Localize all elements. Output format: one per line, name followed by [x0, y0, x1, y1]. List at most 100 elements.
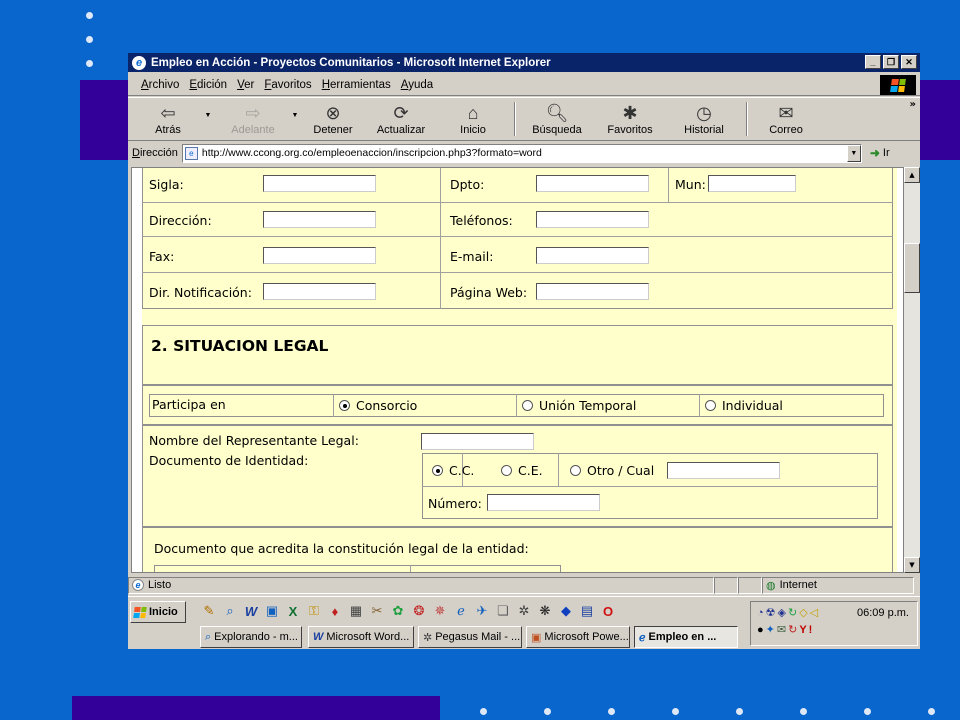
- ie-icon: ℯ: [639, 631, 646, 644]
- window-title: Empleo en Acción - Proyectos Comunitario…: [151, 56, 551, 69]
- zone-text: Internet: [779, 579, 817, 591]
- direccion-input[interactable]: [263, 211, 376, 228]
- task-explorando[interactable]: ⌕ Explorando - m...: [200, 626, 302, 648]
- key-icon[interactable]: ⚿: [305, 602, 323, 620]
- radio-empty-icon: [522, 400, 533, 411]
- fax-input[interactable]: [263, 247, 376, 264]
- quick-launch-icon[interactable]: ❂: [410, 602, 428, 620]
- numero-label: Número:: [428, 496, 482, 511]
- quick-launch-icon[interactable]: ❋: [536, 602, 554, 620]
- pagina-web-input[interactable]: [536, 283, 649, 300]
- radio-union-temporal[interactable]: Unión Temporal: [522, 398, 636, 413]
- ie-icon[interactable]: ℯ: [452, 602, 470, 620]
- menu-edicion[interactable]: Edición: [184, 79, 232, 91]
- start-button[interactable]: Inicio: [130, 601, 186, 623]
- zone-panel: ◍ Internet: [762, 576, 914, 594]
- back-dropdown[interactable]: ▼: [198, 98, 218, 140]
- quick-launch-icon[interactable]: ✲: [515, 602, 533, 620]
- go-button[interactable]: ➜ Ir: [870, 146, 890, 160]
- scroll-up-icon[interactable]: ▲: [904, 167, 920, 183]
- radio-otro[interactable]: Otro / Cual: [570, 463, 654, 478]
- sigla-input[interactable]: [263, 175, 376, 192]
- search-button[interactable]: 🔍︎ Búsqueda: [522, 98, 592, 140]
- maximize-button[interactable]: ❐: [883, 55, 899, 69]
- back-button[interactable]: ⇦ Atrás: [138, 98, 198, 140]
- radio-empty-icon: [705, 400, 716, 411]
- email-label: E-mail:: [450, 249, 494, 264]
- address-bar: Dirección e http://www.ccong.org.co/empl…: [128, 142, 920, 164]
- radio-cc[interactable]: C.C.: [432, 463, 474, 478]
- refresh-button[interactable]: ⟳ Actualizar: [364, 98, 438, 140]
- mail-button[interactable]: ✉ Correo: [754, 98, 818, 140]
- email-input[interactable]: [536, 247, 649, 264]
- page-status-icon: e: [132, 579, 144, 591]
- mun-input[interactable]: [708, 175, 796, 192]
- menu-favoritos[interactable]: Favoritos: [259, 79, 316, 91]
- quick-launch-icon[interactable]: ◆: [557, 602, 575, 620]
- task-powerpoint[interactable]: ▣ Microsoft Powe...: [526, 626, 630, 648]
- address-input[interactable]: e http://www.ccong.org.co/empleoenaccion…: [181, 143, 862, 163]
- scroll-thumb[interactable]: [904, 243, 920, 293]
- dir-notificacion-input[interactable]: [263, 283, 376, 300]
- telefonos-input[interactable]: [536, 211, 649, 228]
- favorites-button[interactable]: ✱ Favoritos: [592, 98, 668, 140]
- history-button[interactable]: ◷ Historial: [668, 98, 740, 140]
- home-button[interactable]: ⌂ Inicio: [438, 98, 508, 140]
- radio-empty-icon: [570, 465, 581, 476]
- history-icon: ◷: [696, 103, 712, 123]
- quick-launch-icon[interactable]: ⌕: [221, 602, 239, 620]
- quick-launch-icon[interactable]: ▦: [347, 602, 365, 620]
- quick-launch-icon[interactable]: ▣: [263, 602, 281, 620]
- word-icon[interactable]: W: [242, 602, 260, 620]
- forward-dropdown[interactable]: ▼: [288, 98, 302, 140]
- stop-button[interactable]: ⊗ Detener: [302, 98, 364, 140]
- quick-launch-icon[interactable]: ✈: [473, 602, 491, 620]
- scroll-down-icon[interactable]: ▼: [904, 557, 920, 573]
- slide-band-bottom: [72, 696, 440, 720]
- standard-toolbar: ⇦ Atrás ▼ ⇨ Adelante ▼ ⊗ Detener ⟳ Actua…: [128, 97, 920, 141]
- menu-ver[interactable]: Ver: [232, 79, 259, 91]
- toolbar-chevron-icon[interactable]: »: [910, 99, 916, 110]
- quick-launch-icon[interactable]: ▤: [578, 602, 596, 620]
- close-button[interactable]: ✕: [901, 55, 917, 69]
- forward-button[interactable]: ⇨ Adelante: [218, 98, 288, 140]
- mail-icon: ✉: [778, 103, 794, 123]
- minimize-button[interactable]: _: [865, 55, 881, 69]
- mun-label: Mun:: [675, 177, 706, 192]
- participa-label: Participa en: [152, 397, 226, 412]
- radio-consorcio[interactable]: Consorcio: [339, 398, 417, 413]
- quick-launch-icon[interactable]: ❏: [494, 602, 512, 620]
- quick-launch-icon[interactable]: ✂: [368, 602, 386, 620]
- bullet-dot: [928, 708, 935, 715]
- radio-ce[interactable]: C.E.: [501, 463, 543, 478]
- browser-window: e Empleo en Acción - Proyectos Comunitar…: [128, 53, 920, 649]
- acredita-sub-table: [154, 565, 561, 572]
- address-dropdown-icon[interactable]: ▼: [846, 144, 861, 162]
- radio-individual[interactable]: Individual: [705, 398, 783, 413]
- quick-launch-icon[interactable]: ♦: [326, 602, 344, 620]
- excel-icon[interactable]: X: [284, 602, 302, 620]
- task-word[interactable]: W Microsoft Word...: [308, 626, 414, 648]
- pegasus-icon: ✲: [423, 631, 433, 644]
- form-area: Sigla: Dpto: Mun: Dirección: Teléfonos: …: [142, 168, 897, 572]
- quick-launch-icon[interactable]: ✵: [431, 602, 449, 620]
- vertical-scrollbar[interactable]: ▲ ▼: [904, 167, 920, 573]
- task-empleo[interactable]: ℯ Empleo en ...: [634, 626, 738, 648]
- radio-empty-icon: [501, 465, 512, 476]
- opera-icon[interactable]: O: [599, 602, 617, 620]
- quick-launch-icon[interactable]: ✎: [200, 602, 218, 620]
- dpto-input[interactable]: [536, 175, 649, 192]
- tray-icons[interactable]: ◔☢◈↻◇◁ ●✦✉↻Y!: [757, 605, 852, 639]
- otro-cual-input[interactable]: [667, 462, 780, 479]
- menu-archivo[interactable]: Archivo: [136, 79, 184, 91]
- task-pegasus[interactable]: ✲ Pegasus Mail - ...: [418, 626, 522, 648]
- system-tray: ◔☢◈↻◇◁ ●✦✉↻Y! 06:09 p.m.: [750, 601, 918, 646]
- numero-input[interactable]: [487, 494, 600, 511]
- quick-launch-icon[interactable]: ✿: [389, 602, 407, 620]
- representante-input[interactable]: [421, 433, 534, 450]
- menu-ayuda[interactable]: Ayuda: [396, 79, 438, 91]
- section2-header-box: [142, 325, 893, 385]
- representante-label: Nombre del Representante Legal:: [149, 433, 359, 448]
- ie-logo-icon: e: [132, 55, 146, 70]
- menu-herramientas[interactable]: Herramientas: [317, 79, 396, 91]
